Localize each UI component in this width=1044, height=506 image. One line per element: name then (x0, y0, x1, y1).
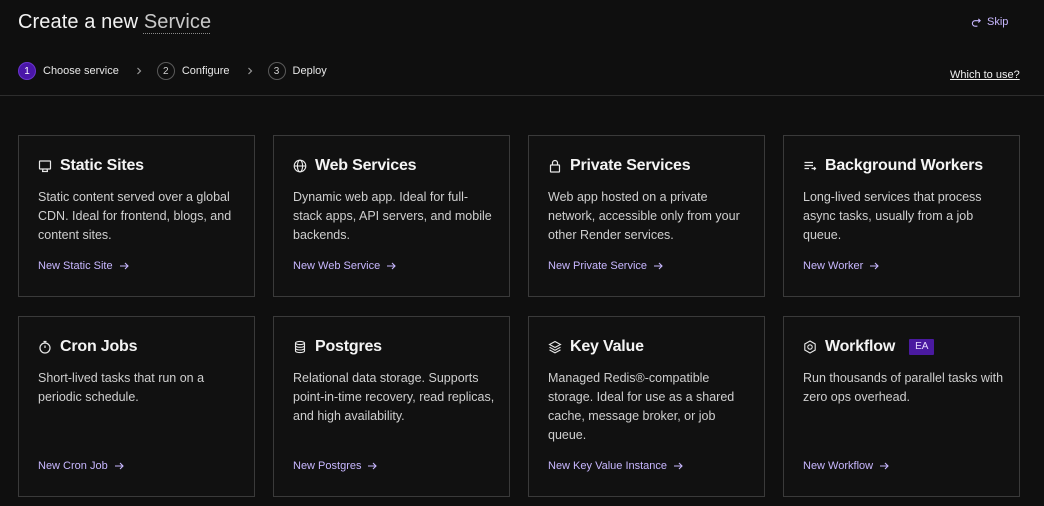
chevron-right-icon (136, 67, 142, 75)
card-title: Workflow (825, 338, 896, 355)
new-postgres-link[interactable]: New Postgres (293, 460, 378, 472)
arrow-right-icon (119, 262, 129, 270)
page-header: Create a new Service Skip 1 Choose servi… (0, 0, 1044, 96)
arrow-right-icon (387, 262, 396, 270)
card-workflow[interactable]: Workflow EA Run thousands of parallel ta… (783, 316, 1020, 497)
card-link-label: New Web Service (293, 260, 381, 272)
new-static-site-link[interactable]: New Static Site (38, 260, 129, 272)
globe-icon (293, 159, 307, 173)
card-link-label: New Private Service (548, 260, 648, 272)
card-title: Postgres (315, 338, 382, 355)
new-private-service-link[interactable]: New Private Service (548, 260, 663, 272)
step-label: Choose service (43, 65, 119, 77)
skip-button[interactable]: Skip (971, 16, 1008, 28)
arrow-right-icon (654, 262, 663, 270)
arrow-right-icon (870, 262, 880, 270)
card-title: Web Services (315, 157, 417, 174)
card-title: Background Workers (825, 157, 983, 174)
card-description: Dynamic web app. Ideal for full-stack ap… (293, 190, 492, 242)
card-title: Private Services (570, 157, 691, 174)
card-description: Long-lived services that process async t… (803, 190, 982, 242)
card-title: Cron Jobs (60, 338, 138, 355)
card-title: Key Value (570, 338, 644, 355)
card-link-label: New Static Site (38, 260, 113, 272)
step-deploy[interactable]: 3 Deploy (267, 62, 327, 80)
card-link-label: New Cron Job (38, 460, 108, 472)
card-description: Run thousands of parallel tasks with zer… (803, 371, 1004, 404)
card-description: Managed Redis®-compatible storage. Ideal… (548, 371, 735, 442)
card-private-services[interactable]: Private Services Web app hosted on a pri… (528, 135, 765, 297)
card-description: Short-lived tasks that run on a periodic… (38, 371, 205, 404)
arrow-right-icon (880, 462, 889, 470)
arrow-right-icon (114, 462, 124, 470)
card-cron-jobs[interactable]: Cron Jobs Short-lived tasks that run on … (18, 316, 255, 497)
card-link-label: New Postgres (293, 460, 362, 472)
card-description: Web app hosted on a private network, acc… (548, 190, 740, 242)
which-to-use-link[interactable]: Which to use? (950, 69, 1020, 81)
redo-arrow-icon (971, 17, 981, 27)
card-title: Static Sites (60, 157, 144, 174)
new-key-value-instance-link[interactable]: New Key Value Instance (548, 460, 683, 472)
step-choose-service[interactable]: 1 Choose service (18, 62, 119, 80)
arrow-right-icon (674, 462, 683, 470)
service-grid: Static Sites Static content served over … (18, 135, 1020, 497)
card-description: Relational data storage. Supports point-… (293, 371, 495, 423)
card-link-label: New Key Value Instance (548, 460, 668, 472)
list-arrow-icon (804, 161, 817, 171)
step-label: Deploy (292, 65, 327, 77)
early-access-badge: EA (909, 339, 935, 355)
step-number: 2 (156, 62, 175, 80)
card-static-sites[interactable]: Static Sites Static content served over … (18, 135, 255, 297)
step-configure[interactable]: 2 Configure (156, 62, 230, 80)
chevron-right-icon (247, 67, 252, 75)
card-web-services[interactable]: Web Services Dynamic web app. Ideal for … (273, 135, 510, 297)
card-background-workers[interactable]: Background Workers Long-lived services t… (783, 135, 1020, 297)
stopwatch-icon (39, 340, 51, 354)
stepper: 1 Choose service 2 Configure 3 Deploy (18, 62, 327, 80)
card-link-label: New Worker (803, 260, 864, 272)
new-worker-link[interactable]: New Worker (803, 260, 880, 272)
arrow-right-icon (368, 462, 378, 470)
new-web-service-link[interactable]: New Web Service (293, 260, 396, 272)
card-key-value[interactable]: Key Value Managed Redis®-compatible stor… (528, 316, 765, 497)
page-title-service[interactable]: Service (144, 11, 211, 33)
step-number: 1 (18, 62, 36, 80)
new-cron-job-link[interactable]: New Cron Job (38, 460, 124, 472)
layers-icon (548, 340, 562, 354)
skip-label: Skip (987, 16, 1009, 28)
card-link-label: New Workflow (803, 460, 874, 472)
step-number: 3 (267, 62, 286, 80)
database-icon (294, 340, 306, 354)
workflow-icon (804, 340, 816, 354)
static-site-icon (38, 160, 52, 173)
card-postgres[interactable]: Postgres Relational data storage. Suppor… (273, 316, 510, 497)
page-title-prefix: Create a new (18, 11, 139, 33)
new-workflow-link[interactable]: New Workflow (803, 460, 889, 472)
lock-icon (549, 159, 561, 173)
step-label: Configure (181, 65, 230, 77)
card-description: Static content served over a global CDN.… (38, 190, 232, 242)
page-title: Create a new Service (18, 11, 211, 34)
